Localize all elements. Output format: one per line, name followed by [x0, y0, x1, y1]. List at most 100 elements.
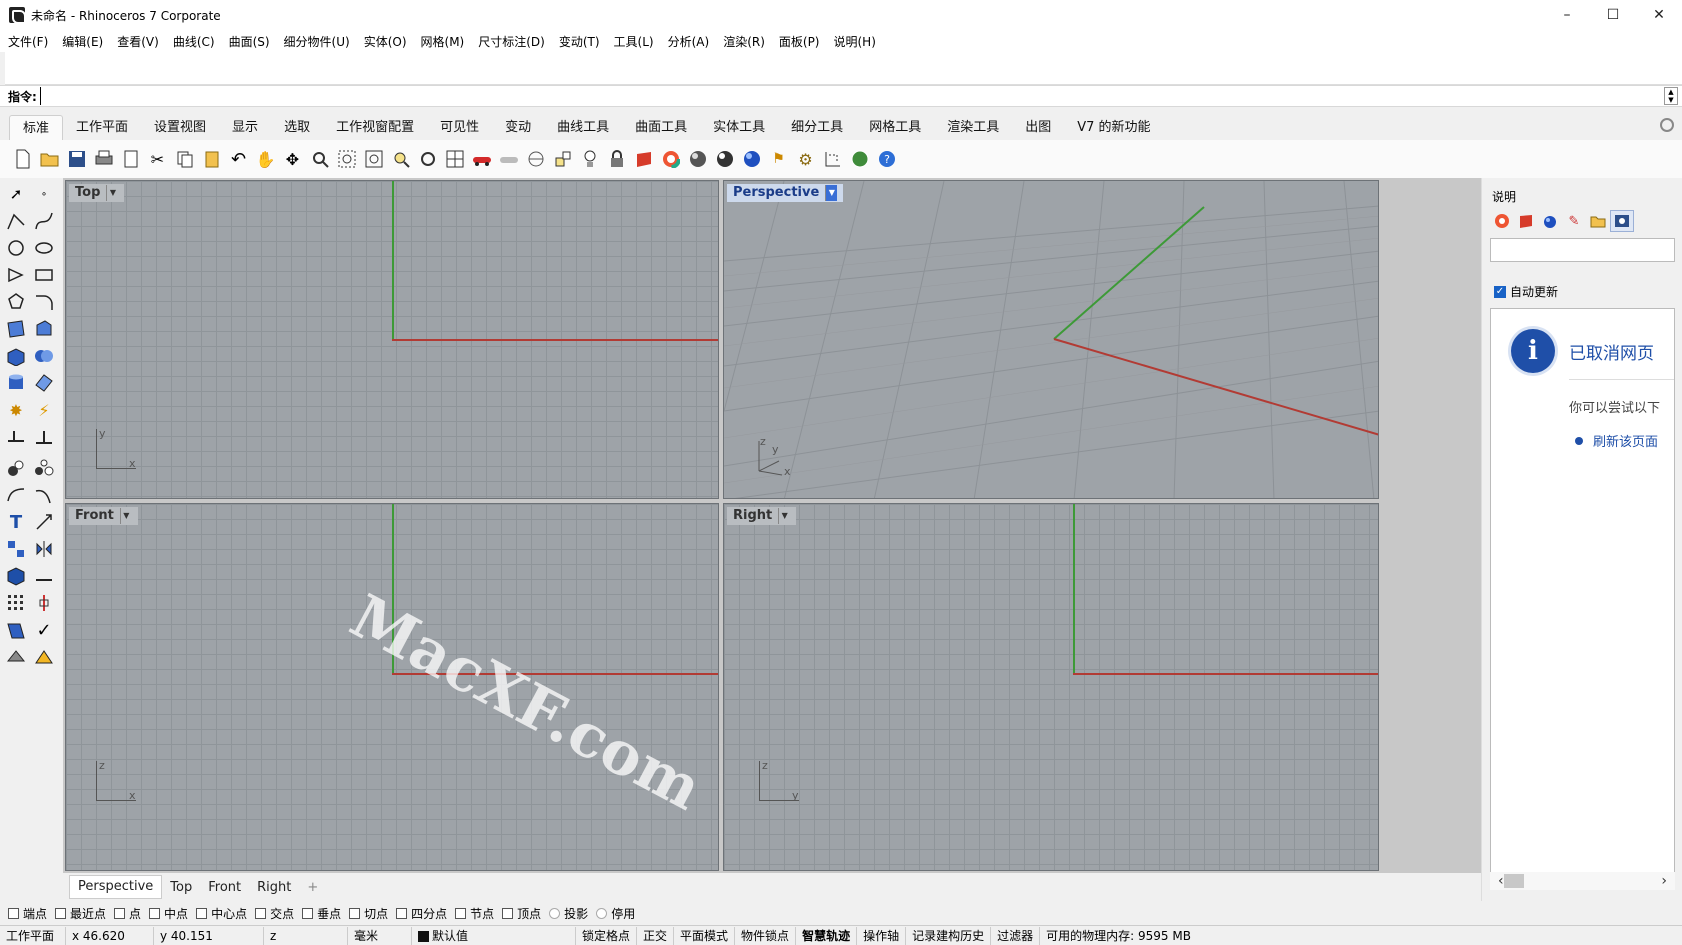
offset-curve-icon[interactable] [4, 483, 28, 507]
osnap-vertex[interactable]: 顶点 [502, 905, 541, 922]
layers-icon[interactable] [1514, 210, 1538, 232]
select-filter-icon[interactable]: ⚑ [765, 145, 792, 173]
status-osnap[interactable]: 物件锁点 [735, 926, 797, 945]
status-grid-snap[interactable]: 锁定格点 [576, 926, 638, 945]
split-icon[interactable] [4, 425, 28, 449]
chevron-down-icon[interactable]: ▼ [778, 508, 790, 524]
status-units[interactable]: 毫米 [348, 926, 412, 945]
tab-set-view[interactable]: 设置视图 [141, 115, 219, 140]
menu-mesh[interactable]: 网格(M) [421, 33, 472, 50]
checkbox-icon[interactable] [55, 907, 67, 919]
viewport-tab-perspective[interactable]: Perspective [69, 875, 163, 899]
osnap-center[interactable]: 中心点 [196, 905, 247, 922]
status-planar[interactable]: 平面模式 [674, 926, 736, 945]
checkbox-checked-icon[interactable]: ✓ [1494, 285, 1506, 298]
tab-solid-tools[interactable]: 实体工具 [700, 115, 778, 140]
status-filter[interactable]: 过滤器 [991, 926, 1041, 945]
tab-display[interactable]: 显示 [219, 115, 271, 140]
menu-subd[interactable]: 细分物件(U) [284, 33, 357, 50]
status-layer[interactable]: 默认值 [412, 926, 576, 945]
auto-update-checkbox[interactable]: ✓ 自动更新 [1494, 283, 1558, 300]
tab-curve-tools[interactable]: 曲线工具 [544, 115, 622, 140]
fillet-curve-icon[interactable] [32, 290, 56, 314]
undo-view-icon[interactable] [414, 145, 441, 173]
maximize-button[interactable]: ☐ [1590, 0, 1636, 30]
status-gumball[interactable]: 操作轴 [857, 926, 907, 945]
zoom-extents-icon[interactable] [360, 145, 387, 173]
render-mesh-icon[interactable] [32, 645, 56, 669]
checkbox-icon[interactable] [302, 907, 314, 919]
circle-icon[interactable] [4, 236, 28, 260]
checkbox-icon[interactable] [149, 907, 161, 919]
osnap-quad[interactable]: 四分点 [396, 905, 447, 922]
explode-icon[interactable] [32, 456, 56, 480]
status-smarttrack[interactable]: 智慧轨迹 [796, 926, 858, 945]
checkbox-icon[interactable] [596, 907, 608, 919]
print-icon[interactable] [90, 145, 117, 173]
viewport-perspective[interactable]: Perspective ▼ z y x [723, 180, 1379, 499]
display-icon[interactable]: ✎ [1562, 210, 1586, 232]
ellipse-icon[interactable] [32, 236, 56, 260]
polygon-icon[interactable] [4, 290, 28, 314]
extrude-curve-icon[interactable] [32, 317, 56, 341]
dimension-tool-icon[interactable]: ⚡ [32, 398, 56, 422]
zoom-icon[interactable] [306, 145, 333, 173]
help-icon[interactable]: ? [873, 145, 900, 173]
object-snap-icon[interactable] [549, 145, 576, 173]
point-icon[interactable]: ∘ [32, 182, 56, 206]
boolean-union-icon[interactable] [32, 344, 56, 368]
toolbar-settings-gear-icon[interactable] [1660, 118, 1674, 132]
viewport-front[interactable]: Front ▼ z x [65, 503, 719, 871]
arc-icon[interactable] [4, 263, 28, 287]
paste-icon[interactable] [198, 145, 225, 173]
analyze-surface-icon[interactable] [4, 645, 28, 669]
checkbox-icon[interactable] [196, 907, 208, 919]
tab-visibility[interactable]: 可见性 [427, 115, 492, 140]
rendered-sphere-icon[interactable] [711, 145, 738, 173]
tab-surface-tools[interactable]: 曲面工具 [622, 115, 700, 140]
render-icon[interactable] [1538, 210, 1562, 232]
viewport-front-label[interactable]: Front ▼ [69, 507, 138, 525]
checkbox-icon[interactable] [502, 907, 514, 919]
tab-select[interactable]: 选取 [271, 115, 323, 140]
menu-panels[interactable]: 面板(P) [779, 33, 827, 50]
menu-help[interactable]: 说明(H) [834, 33, 883, 50]
undo-icon[interactable]: ↶ [225, 145, 252, 173]
four-viewports-icon[interactable] [441, 145, 468, 173]
options-gear-icon[interactable]: ⚙ [792, 145, 819, 173]
blue-sphere-icon[interactable] [738, 145, 765, 173]
viewport-right-label[interactable]: Right ▼ [727, 507, 797, 525]
chevron-down-icon[interactable]: ▼ [119, 508, 132, 524]
light-bulb-icon[interactable] [576, 145, 603, 173]
zoom-window-icon[interactable] [333, 145, 360, 173]
tab-standard[interactable]: 标准 [9, 115, 64, 140]
refresh-page-link[interactable]: 刷新该页面 [1575, 431, 1658, 450]
osnap-perp[interactable]: 垂点 [302, 905, 341, 922]
trim-icon[interactable] [32, 425, 56, 449]
add-viewport-tab-button[interactable]: + [299, 880, 326, 895]
pan-hand-icon[interactable]: ✋ [252, 145, 279, 173]
osnap-point[interactable]: 点 [114, 905, 141, 922]
tab-new-in-v7[interactable]: V7 的新功能 [1064, 115, 1163, 140]
command-history-spinner[interactable]: ▲ ▼ [1664, 87, 1678, 105]
shaded-sphere-icon[interactable] [684, 145, 711, 173]
osnap-mid[interactable]: 中点 [149, 905, 188, 922]
menu-tools[interactable]: 工具(L) [614, 33, 661, 50]
mirror-icon[interactable] [32, 537, 56, 561]
osnap-end[interactable]: 端点 [8, 905, 47, 922]
chevron-down-icon[interactable]: ▼ [825, 185, 838, 201]
command-input[interactable] [39, 87, 1664, 105]
dimension-icon[interactable] [819, 145, 846, 173]
menu-dimension[interactable]: 尺寸标注(D) [478, 33, 552, 50]
page-setup-icon[interactable] [117, 145, 144, 173]
osnap-disable[interactable]: 停用 [596, 905, 635, 922]
new-file-icon[interactable] [9, 145, 36, 173]
viewport-tab-right[interactable]: Right [249, 880, 299, 895]
car-ghost-icon[interactable] [495, 145, 522, 173]
grid-array-icon[interactable] [4, 591, 28, 615]
viewport-tab-top[interactable]: Top [162, 880, 200, 895]
tab-mesh-tools[interactable]: 网格工具 [856, 115, 934, 140]
tab-cplanes[interactable]: 工作平面 [63, 115, 141, 140]
save-icon[interactable] [63, 145, 90, 173]
menu-analyze[interactable]: 分析(A) [668, 33, 717, 50]
